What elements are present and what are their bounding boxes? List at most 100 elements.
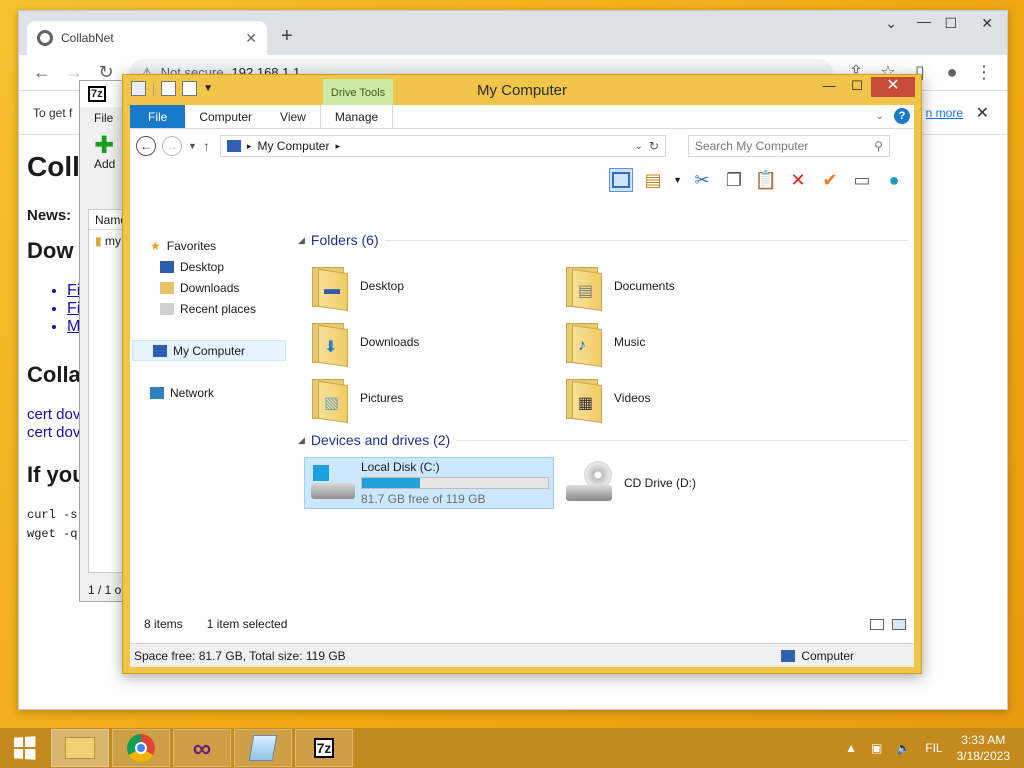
large-icons-view-icon[interactable] <box>892 618 906 630</box>
folder-videos[interactable]: ▦ Videos <box>564 373 818 424</box>
maximize-icon[interactable]: ☐ <box>944 15 957 32</box>
ribbon-right: ⌄ ? <box>876 108 910 124</box>
clock-time: 3:33 AM <box>961 733 1006 747</box>
properties-checklist-icon[interactable]: ▤ <box>641 168 665 192</box>
view-switcher <box>870 618 906 630</box>
infobar-text: To get f <box>33 105 73 120</box>
back-arrow-icon[interactable]: ← <box>33 62 51 83</box>
taskbar-chrome[interactable] <box>112 729 170 767</box>
taskbar-7zip[interactable]: 7z <box>295 729 353 767</box>
selected-count: 1 item selected <box>206 617 288 631</box>
preview-pane-icon[interactable] <box>609 168 634 192</box>
infobar-close-icon[interactable]: ✕ <box>976 103 989 123</box>
disk-info: Local Disk (C:) 81.7 GB free of 119 GB <box>361 460 549 506</box>
nav-recent-places[interactable]: Recent places <box>130 298 288 319</box>
nav-downloads[interactable]: Downloads <box>130 277 288 298</box>
breadcrumb-arrow-icon[interactable]: ▸ <box>247 141 252 152</box>
taskbar-visual-studio[interactable]: ∞ <box>173 729 231 767</box>
folder-documents-icon: ▤ <box>564 263 604 312</box>
infobar-learn-more-link[interactable]: n more <box>926 106 963 120</box>
clock[interactable]: 3:33 AM 3/18/2023 <box>957 732 1010 764</box>
paste-icon[interactable]: 📋 <box>754 168 778 192</box>
folder-music[interactable]: ♪ Music <box>564 317 818 368</box>
tab-view[interactable]: View <box>266 105 320 128</box>
nav-network[interactable]: Network <box>130 382 288 403</box>
folder-label: Desktop <box>360 279 405 293</box>
rename-icon[interactable]: ▭ <box>850 168 874 192</box>
drive-local-disk-c[interactable]: Local Disk (C:) 81.7 GB free of 119 GB <box>304 457 554 509</box>
folder-label: Videos <box>614 391 651 405</box>
network-tray-icon[interactable]: ▣ <box>871 741 882 755</box>
sevenzip-taskbar-icon: 7z <box>313 738 335 758</box>
collapse-caret-icon[interactable]: ◢ <box>298 235 305 246</box>
menu-kebab-icon[interactable]: ⋮ <box>975 62 993 83</box>
window-controls: — ☐ ✕ <box>815 77 915 97</box>
minimize-button[interactable]: — <box>815 77 843 97</box>
volume-icon[interactable]: 🔈 <box>896 741 911 755</box>
profile-icon[interactable]: ● <box>943 62 961 83</box>
language-indicator[interactable]: FIL <box>925 741 942 755</box>
copy-icon[interactable]: ❐ <box>722 168 746 192</box>
details-view-icon[interactable] <box>870 618 884 630</box>
collapse-caret-icon[interactable]: ◢ <box>298 435 305 446</box>
new-tab-button[interactable]: + <box>281 25 293 48</box>
explorer-titlebar[interactable]: | ▼ Drive Tools My Computer — ☐ ✕ <box>123 75 921 107</box>
details-bar: Space free: 81.7 GB, Total size: 119 GB … <box>130 643 914 667</box>
start-button[interactable] <box>0 728 48 768</box>
delete-icon[interactable]: ✕ <box>786 168 810 192</box>
tab-title: CollabNet <box>61 31 114 45</box>
nav-desktop[interactable]: Desktop <box>130 256 288 277</box>
nav-my-computer[interactable]: My Computer <box>132 340 286 361</box>
tab-manage[interactable]: Manage <box>319 105 394 128</box>
command-bar: ▤ ▼ ✂ ❐ 📋 ✕ ✔ ▭ ● <box>130 163 914 197</box>
computer-icon <box>781 649 796 662</box>
nav-favorites[interactable]: ★ Favorites <box>130 235 288 256</box>
tab-close-icon[interactable]: ✕ <box>245 30 257 47</box>
folder-downloads[interactable]: ⬇ Downloads <box>310 317 564 368</box>
folder-documents[interactable]: ▤ Documents <box>564 261 818 312</box>
drives-grid: Local Disk (C:) 81.7 GB free of 119 GB C… <box>298 451 908 509</box>
folder-desktop[interactable]: ▬ Desktop <box>310 261 564 312</box>
chevron-down-icon[interactable]: ⌄ <box>885 15 897 32</box>
folders-group-header[interactable]: ◢ Folders (6) <box>298 229 908 251</box>
folder-videos-icon: ▦ <box>564 375 604 424</box>
refresh-icon[interactable]: ↻ <box>649 139 659 153</box>
devices-group-header[interactable]: ◢ Devices and drives (2) <box>298 429 908 451</box>
drive-label: CD Drive (D:) <box>624 476 696 490</box>
space-info: Space free: 81.7 GB, Total size: 119 GB <box>134 648 346 663</box>
close-button[interactable]: ✕ <box>871 77 915 97</box>
cut-icon[interactable]: ✂ <box>690 168 714 192</box>
chrome-close-icon[interactable]: ✕ <box>981 15 993 32</box>
folders-grid: ▬ Desktop ▤ Documents ⬇ Downloads ♪ Musi… <box>298 251 908 429</box>
maximize-button[interactable]: ☐ <box>843 77 871 97</box>
up-arrow-icon[interactable]: ↑ <box>203 138 210 154</box>
nav-label: My Computer <box>173 343 246 358</box>
disk-usage-fill <box>362 478 420 488</box>
chrome-tab[interactable]: CollabNet ✕ <box>27 21 267 55</box>
taskbar-notepad[interactable] <box>234 729 292 767</box>
tab-computer[interactable]: Computer <box>185 105 266 128</box>
search-box[interactable]: Search My Computer ⚲ <box>687 135 890 157</box>
back-button[interactable]: ← <box>136 136 156 156</box>
minimize-icon[interactable]: — <box>917 13 931 29</box>
breadcrumb-arrow-icon[interactable]: ▸ <box>335 141 340 152</box>
nav-label: Favorites <box>166 238 217 253</box>
tray-expand-icon[interactable]: ▲ <box>845 741 857 755</box>
drive-cd-d[interactable]: CD Drive (D:) <box>562 457 812 509</box>
address-dropdown-icon[interactable]: ⌄ <box>634 141 642 152</box>
desktop-icon <box>160 260 174 273</box>
navigation-pane: ★ Favorites Desktop Downloads Recent pla… <box>130 229 288 605</box>
shell-icon[interactable]: ● <box>882 168 906 192</box>
checkmark-icon[interactable]: ✔ <box>818 168 842 192</box>
breadcrumb-my-computer[interactable]: My Computer <box>257 139 329 153</box>
folder-pictures[interactable]: ▧ Pictures <box>310 373 564 424</box>
ribbon-expand-icon[interactable]: ⌄ <box>876 111 884 122</box>
taskbar-file-explorer[interactable] <box>51 729 109 767</box>
dropdown-icon[interactable]: ▼ <box>673 175 682 185</box>
address-bar[interactable]: ▸ My Computer ▸ ⌄ ↻ <box>219 135 666 157</box>
recent-locations-icon[interactable]: ▼ <box>188 141 197 151</box>
star-icon: ★ <box>150 238 161 253</box>
help-icon[interactable]: ? <box>894 108 910 124</box>
tab-file[interactable]: File <box>130 105 186 128</box>
forward-button[interactable]: → <box>162 136 182 156</box>
